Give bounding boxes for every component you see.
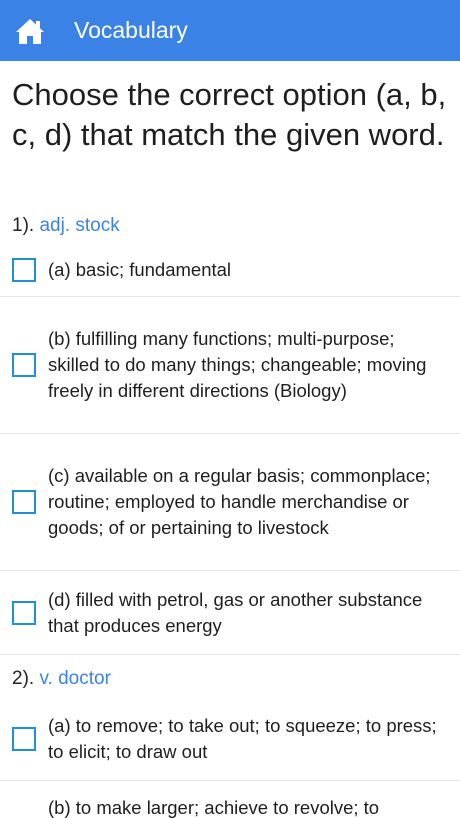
checkbox[interactable] xyxy=(12,726,36,751)
checkbox[interactable] xyxy=(12,353,36,377)
question-number: 1). xyxy=(12,215,35,236)
option-a[interactable]: (a) to remove; to take out; to squeeze; … xyxy=(0,697,460,781)
question-1: 1). adj. stock (a) basic; fundamental (b… xyxy=(0,208,460,655)
option-b[interactable]: (b) to make larger; achieve to revolve; … xyxy=(0,781,460,818)
question-number: 2). xyxy=(12,668,35,689)
question-header: 1). adj. stock xyxy=(0,208,460,244)
app-title: Vocabulary xyxy=(74,17,188,43)
option-text: (a) basic; fundamental xyxy=(48,259,232,280)
checkbox[interactable] xyxy=(12,600,36,625)
option-b[interactable]: (b) fulfilling many functions; multi-pur… xyxy=(0,297,460,434)
home-button[interactable] xyxy=(0,0,60,61)
question-header: 2). v. doctor xyxy=(0,661,460,697)
question-2: 2). v. doctor (a) to remove; to take out… xyxy=(0,661,460,818)
option-c[interactable]: (c) available on a regular basis; common… xyxy=(0,434,460,571)
option-d[interactable]: (d) filled with petrol, gas or another s… xyxy=(0,571,460,655)
option-text: (b) fulfilling many functions; multi-pur… xyxy=(48,328,427,401)
option-text: (d) filled with petrol, gas or another s… xyxy=(48,588,423,636)
content: Choose the correct option (a, b, c, d) t… xyxy=(0,61,460,818)
checkbox[interactable] xyxy=(12,258,36,282)
option-text: (a) to remove; to take out; to squeeze; … xyxy=(48,714,437,762)
app-bar: Vocabulary xyxy=(0,0,460,61)
checkbox[interactable] xyxy=(12,490,36,514)
option-a[interactable]: (a) basic; fundamental xyxy=(0,244,460,297)
question-word: adj. stock xyxy=(39,215,120,236)
option-text: (b) to make larger; achieve to revolve; … xyxy=(48,797,380,818)
home-icon xyxy=(16,18,44,44)
question-word: v. doctor xyxy=(39,668,111,689)
instruction-text: Choose the correct option (a, b, c, d) t… xyxy=(12,77,447,152)
option-text: (c) available on a regular basis; common… xyxy=(48,465,431,538)
